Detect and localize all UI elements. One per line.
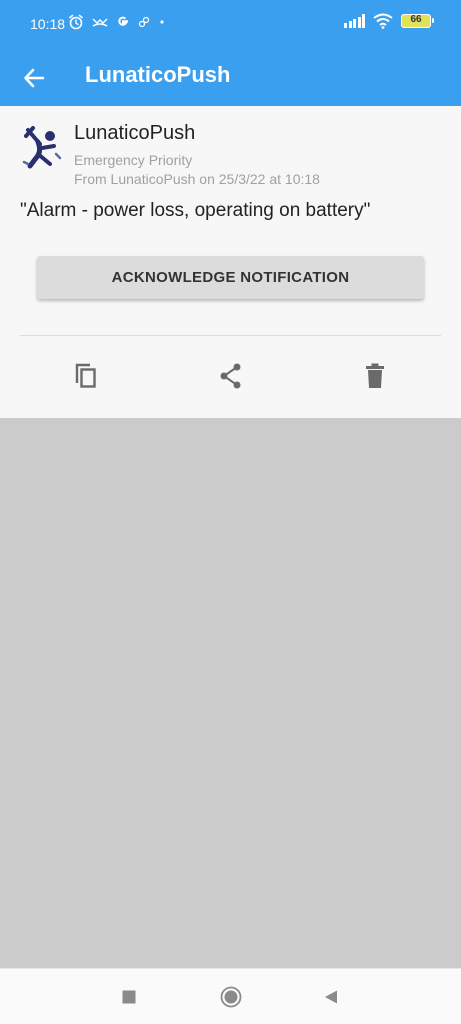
system-nav-bar	[0, 968, 461, 1024]
status-time: 10:18	[30, 16, 66, 32]
notification-message: "Alarm - power loss, operating on batter…	[20, 200, 371, 221]
recents-button[interactable]	[115, 983, 143, 1011]
back-button[interactable]	[14, 58, 54, 98]
delete-icon	[366, 363, 384, 388]
app-logo-icon	[22, 126, 62, 169]
notification-source: From LunaticoPush on 25/3/22 at 10:18	[74, 171, 320, 187]
acknowledge-button[interactable]: ACKNOWLEDGE NOTIFICATION	[37, 256, 424, 299]
back-icon	[325, 990, 337, 1004]
home-button[interactable]	[217, 983, 245, 1011]
delete-button[interactable]	[360, 361, 390, 391]
app-bar: LunaticoPush	[0, 50, 461, 106]
nav-back-button[interactable]	[317, 983, 345, 1011]
notification-app-name: LunaticoPush	[74, 122, 196, 144]
battery-level: 66	[410, 14, 422, 25]
alarm-icon	[69, 14, 83, 30]
signal-icon	[344, 14, 365, 28]
missed-call-icon	[92, 18, 108, 27]
status-notification-icons	[68, 14, 166, 30]
copy-icon	[75, 363, 96, 388]
divider	[20, 335, 441, 336]
share-icon	[220, 363, 241, 389]
status-bar: 10:18 66	[0, 0, 461, 50]
notification-card: LunaticoPush Emergency Priority From Lun…	[0, 106, 461, 418]
battery-icon: 66	[401, 14, 434, 28]
google-icon	[118, 16, 128, 26]
recents-icon	[122, 990, 136, 1004]
wifi-icon	[373, 13, 393, 29]
page-title: LunaticoPush	[85, 62, 231, 87]
status-system-icons: 66	[344, 13, 434, 29]
home-icon	[220, 986, 242, 1008]
copy-button[interactable]	[71, 361, 101, 391]
share-button[interactable]	[216, 361, 246, 391]
link-icon	[138, 16, 150, 28]
dot-icon	[160, 20, 164, 24]
arrow-left-icon	[24, 68, 45, 88]
notification-priority: Emergency Priority	[74, 152, 193, 168]
